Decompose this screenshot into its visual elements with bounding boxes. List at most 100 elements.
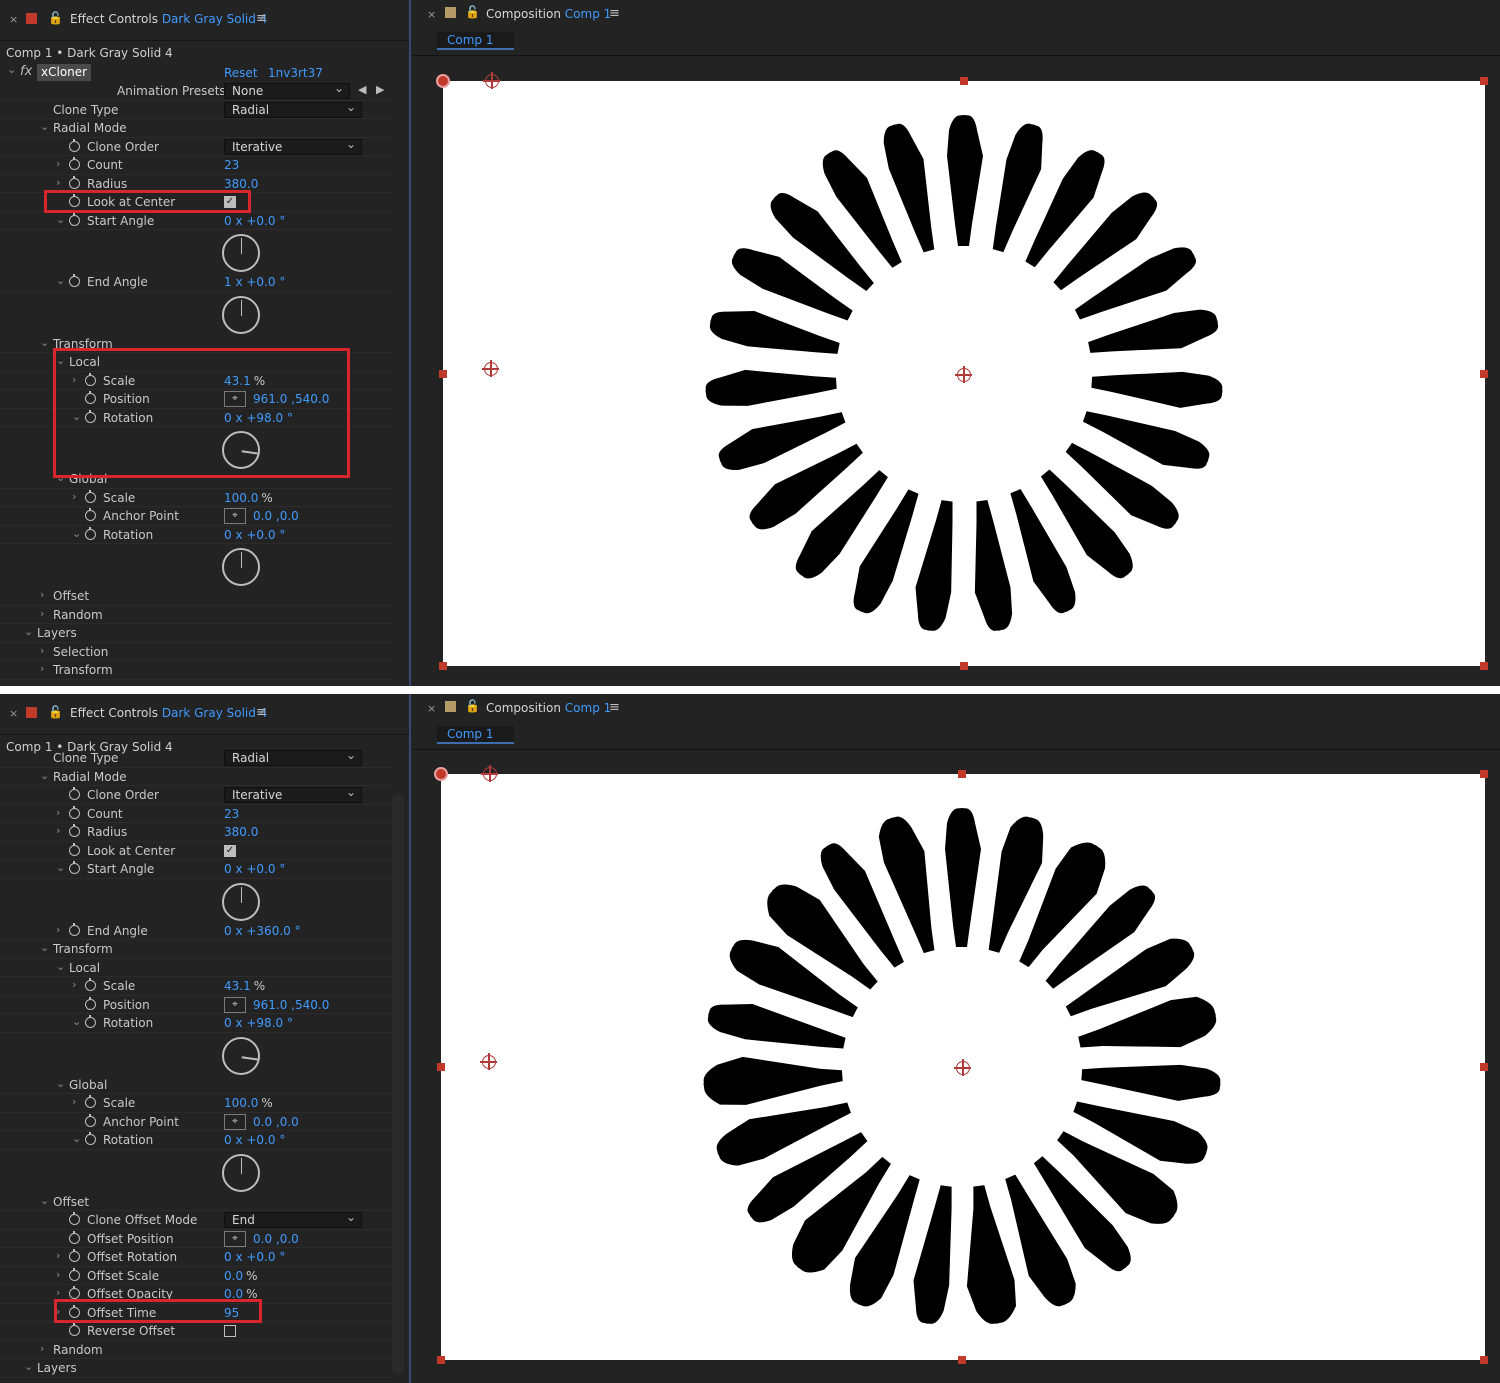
look-at-center-checkbox[interactable]: ✓ (224, 844, 236, 857)
stopwatch-icon[interactable] (69, 1323, 80, 1336)
stopwatch-icon[interactable] (85, 508, 96, 521)
stopwatch-icon[interactable] (69, 922, 80, 936)
anchor-crosshair-icon[interactable] (482, 360, 499, 377)
anchor-crosshair-icon[interactable] (481, 765, 498, 782)
count-value[interactable]: 23 (224, 158, 239, 172)
property-row-anchor-point[interactable]: Anchor Point ⌖ 0.0 ,0.0 (0, 1113, 392, 1131)
stopwatch-icon[interactable] (69, 1212, 80, 1225)
offset-scale-value[interactable]: 0.0% (224, 1269, 258, 1283)
stopwatch-icon[interactable] (69, 787, 80, 800)
end-angle-value[interactable]: 1 x +0.0 ° (224, 275, 285, 289)
chevron-right-icon[interactable]: › (40, 588, 44, 601)
stopwatch-icon[interactable] (85, 996, 96, 1010)
anchor-point-value[interactable]: 0.0 ,0.0 (253, 509, 299, 523)
clone-offset-mode-dropdown[interactable]: End (224, 1210, 362, 1228)
bounding-handle[interactable] (439, 370, 447, 378)
chevron-down-icon[interactable]: ⌄ (56, 274, 65, 287)
property-row-end-angle[interactable]: ⌄ End Angle 1 x +0.0 ° (0, 273, 392, 292)
chevron-down-icon[interactable]: ⌄ (56, 1077, 65, 1090)
panel-layer-name[interactable]: Dark Gray Solid 4 (162, 12, 268, 26)
reverse-offset-checkbox[interactable] (224, 1325, 236, 1337)
property-row-radius[interactable]: › Radius 380.0 (0, 823, 392, 842)
stopwatch-icon[interactable] (85, 1132, 96, 1145)
next-preset-icon[interactable]: ▶ (376, 83, 384, 96)
panel-menu-icon[interactable]: ≡ (256, 705, 267, 720)
stopwatch-icon[interactable] (69, 175, 80, 189)
bounding-handle[interactable] (437, 1063, 445, 1071)
stopwatch-icon[interactable] (69, 1267, 80, 1281)
offset-rotation-value[interactable]: 0 x +0.0 ° (224, 1250, 285, 1264)
property-row-local[interactable]: ⌄ Local (0, 959, 392, 977)
property-row-count[interactable]: › Count 23 (0, 805, 392, 823)
position-value[interactable]: 961.0 ,540.0 (253, 998, 329, 1012)
chevron-down-icon[interactable]: ⌄ (40, 336, 49, 349)
chevron-right-icon[interactable]: › (40, 607, 44, 620)
property-row-clone-order[interactable]: Clone Order Iterative (0, 137, 392, 156)
offset-position-value[interactable]: 0.0 ,0.0 (253, 1232, 299, 1246)
property-row-clone-order[interactable]: Clone Order Iterative (0, 785, 392, 805)
chevron-right-icon[interactable]: › (56, 806, 60, 819)
rotation-value[interactable]: 0 x +0.0 ° (224, 1133, 285, 1147)
property-row-scale[interactable]: › Scale 43.1% (0, 977, 392, 996)
close-icon[interactable]: × (9, 707, 18, 720)
property-row-radial-mode[interactable]: ⌄ Radial Mode (0, 119, 392, 138)
property-row-global[interactable]: ⌄ Global (0, 1076, 392, 1094)
panel-menu-icon[interactable]: ≡ (609, 700, 620, 715)
property-row-rotation[interactable]: ⌄ Rotation 0 x +0.0 ° (0, 1131, 392, 1150)
bounding-handle[interactable] (1480, 370, 1488, 378)
angle-dial[interactable] (222, 548, 260, 586)
property-row-layers[interactable]: ⌄ Layers (0, 1359, 392, 1378)
comp-name[interactable]: Comp 1 (565, 701, 611, 715)
chevron-right-icon[interactable]: › (56, 923, 60, 936)
chevron-down-icon[interactable]: ⌄ (24, 625, 33, 638)
bounding-handle[interactable] (1480, 77, 1488, 85)
stopwatch-icon[interactable] (69, 842, 80, 856)
property-row-position[interactable]: Position ⌖ 961.0 ,540.0 (0, 996, 392, 1014)
point-target-icon[interactable]: ⌖ (224, 1230, 246, 1247)
anchor-point-value[interactable]: 0.0 ,0.0 (253, 1115, 299, 1129)
start-angle-value[interactable]: 0 x +0.0 ° (224, 862, 285, 876)
stopwatch-icon[interactable] (69, 824, 80, 837)
point-target-icon[interactable]: ⌖ (224, 1113, 246, 1130)
effect-credit-link[interactable]: 1nv3rt37 (268, 66, 323, 80)
end-angle-value[interactable]: 0 x +360.0 ° (224, 924, 301, 938)
angle-dial[interactable] (222, 1153, 260, 1192)
property-row-layers[interactable]: ⌄ Layers (0, 624, 392, 643)
clone-order-dropdown[interactable]: Iterative (224, 137, 362, 155)
chevron-down-icon[interactable]: ⌄ (56, 213, 65, 226)
property-row-selection[interactable]: › Selection (0, 643, 392, 661)
chevron-down-icon[interactable]: ⌄ (72, 527, 81, 540)
property-row-count[interactable]: › Count 23 (0, 156, 392, 175)
chevron-down-icon[interactable]: ⌄ (40, 120, 49, 133)
fx-icon[interactable]: fx (20, 64, 32, 79)
reset-button[interactable]: Reset (224, 66, 258, 80)
bounding-handle[interactable] (960, 77, 968, 85)
bounding-handle[interactable] (1480, 1356, 1488, 1364)
property-row-rotation[interactable]: ⌄ Rotation 0 x +0.0 ° (0, 526, 392, 544)
chevron-right-icon[interactable]: › (40, 662, 44, 675)
tab-comp-1[interactable]: Comp 1 (437, 726, 514, 744)
lock-icon[interactable]: 🔓 (465, 5, 480, 19)
property-row-random[interactable]: › Random (0, 1341, 392, 1359)
stopwatch-icon[interactable] (69, 212, 80, 226)
stopwatch-icon[interactable] (85, 1095, 96, 1108)
stopwatch-icon[interactable] (69, 861, 80, 874)
previous-preset-icon[interactable]: ◀ (358, 83, 366, 96)
radius-value[interactable]: 380.0 (224, 825, 258, 839)
stopwatch-icon[interactable] (69, 1286, 80, 1299)
bounding-handle[interactable] (437, 1356, 445, 1364)
chevron-right-icon[interactable]: › (56, 176, 60, 189)
clone-type-dropdown[interactable]: Radial (224, 100, 362, 118)
bounding-handle[interactable] (1480, 662, 1488, 670)
chevron-down-icon[interactable]: ⌄ (24, 1360, 33, 1373)
property-row-anchor-point[interactable]: Anchor Point ⌖ 0.0 ,0.0 (0, 507, 392, 526)
property-row-end-angle[interactable]: › End Angle 0 x +360.0 ° (0, 922, 392, 940)
lock-icon[interactable]: 🔓 (465, 699, 480, 713)
chevron-down-icon[interactable]: ⌄ (56, 960, 65, 973)
count-value[interactable]: 23 (224, 807, 239, 821)
angle-dial[interactable] (222, 1036, 260, 1075)
angle-dial[interactable] (222, 234, 260, 272)
anchor-crosshair-icon[interactable] (483, 72, 500, 89)
stopwatch-icon[interactable] (69, 805, 80, 819)
chevron-right-icon[interactable]: › (56, 1249, 60, 1262)
